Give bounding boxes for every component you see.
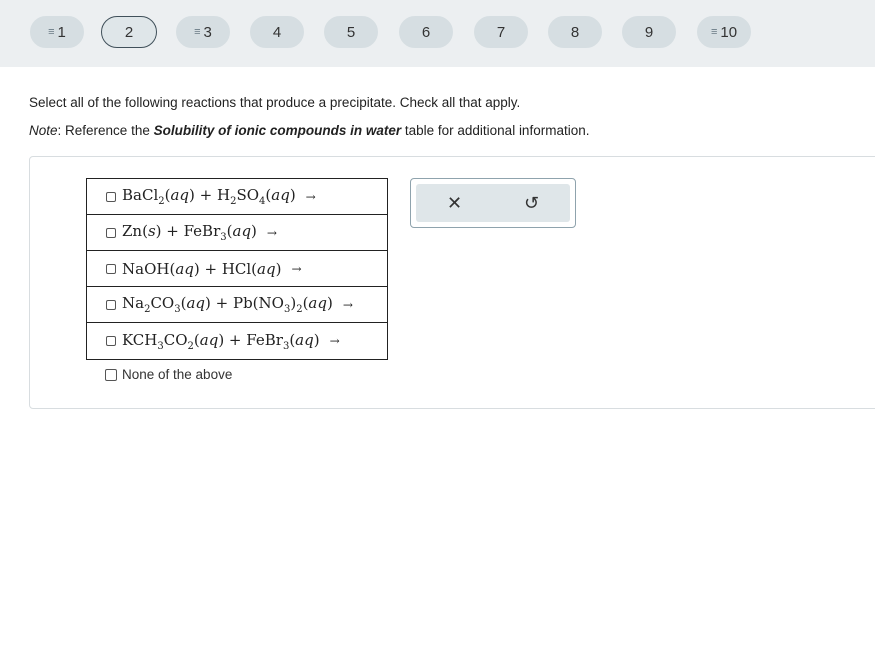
question-number: 7 (496, 23, 506, 41)
choice-checkbox[interactable] (106, 227, 116, 238)
question-nav-4[interactable]: 4 (250, 16, 304, 48)
answered-lines-icon: ≡ (194, 26, 201, 38)
question-number: 10 (720, 23, 738, 41)
reaction-equation: Zn(s) + FeBr3(aq) (122, 222, 257, 243)
reaction-equation: BaCl2(aq) + H2SO4(aq) (122, 186, 296, 207)
question-nav-bar: ≡ 1 2 ≡ 3 4 5 6 7 8 9 ≡ 10 (0, 0, 875, 67)
reaction-choice-1[interactable]: BaCl2(aq) + H2SO4(aq) → (87, 179, 387, 215)
close-icon: ✕ (446, 192, 463, 213)
undo-icon: ↺ (523, 192, 540, 213)
none-checkbox[interactable] (105, 368, 117, 381)
reaction-choice-4[interactable]: Na2CO3(aq) + Pb(NO3)2(aq) → (87, 287, 387, 323)
question-nav-8[interactable]: 8 (548, 16, 602, 48)
solubility-table-link[interactable]: Solubility of ionic compounds in water (154, 123, 402, 138)
none-label: None of the above (122, 367, 233, 382)
answered-lines-icon: ≡ (710, 26, 718, 38)
question-nav-7[interactable]: 7 (474, 16, 528, 48)
reaction-arrow-icon: → (266, 225, 277, 240)
question-number: 1 (57, 23, 66, 41)
question-number: 4 (272, 23, 282, 41)
question-number: 9 (644, 23, 654, 41)
reaction-equation: NaOH(aq) + HCl(aq) (122, 259, 282, 278)
question-nav-10[interactable]: ≡ 10 (697, 16, 751, 48)
question-number: 3 (203, 23, 212, 41)
reaction-arrow-icon: → (305, 189, 316, 204)
none-of-the-above-option[interactable]: None of the above (105, 367, 232, 382)
answered-lines-icon: ≡ (48, 26, 55, 38)
reaction-equation: KCH3CO2(aq) + FeBr3(aq) (122, 330, 320, 352)
reaction-equation: Na2CO3(aq) + Pb(NO3)2(aq) (122, 294, 333, 315)
note-suffix: table for additional information. (401, 123, 590, 138)
note-prefix: Note (29, 123, 58, 138)
question-nav-2[interactable]: 2 (101, 16, 157, 48)
answer-tools: ✕ ↺ (410, 178, 576, 228)
reaction-choices-table: BaCl2(aq) + H2SO4(aq) → Zn(s) + FeBr3(aq) →… (86, 178, 388, 360)
question-nav-6[interactable]: 6 (399, 16, 453, 48)
reaction-choice-3[interactable]: NaOH(aq) + HCl(aq) → (87, 251, 387, 287)
question-number: 6 (421, 23, 431, 41)
question-number: 8 (570, 23, 580, 41)
choice-checkbox[interactable] (106, 336, 116, 346)
undo-button[interactable]: ↺ (493, 184, 570, 222)
clear-button[interactable]: ✕ (416, 184, 493, 222)
choice-checkbox[interactable] (106, 299, 116, 310)
question-nav-9[interactable]: 9 (622, 16, 676, 48)
answer-tools-inner: ✕ ↺ (416, 184, 570, 222)
reaction-choice-2[interactable]: Zn(s) + FeBr3(aq) → (87, 215, 387, 251)
question-nav-3[interactable]: ≡ 3 (176, 16, 230, 48)
question-prompt: Select all of the following reactions th… (29, 95, 521, 110)
question-number: 2 (124, 23, 134, 41)
question-number: 5 (346, 23, 356, 41)
question-nav-1[interactable]: ≡ 1 (30, 16, 84, 48)
question-nav-5[interactable]: 5 (324, 16, 378, 48)
reaction-arrow-icon: → (342, 297, 353, 312)
reaction-arrow-icon: → (291, 261, 302, 276)
reaction-arrow-icon: → (329, 334, 340, 348)
choice-checkbox[interactable] (106, 263, 116, 274)
question-note: Note: Reference the Solubility of ionic … (29, 123, 589, 138)
note-mid: : Reference the (57, 123, 154, 138)
reaction-choice-5[interactable]: KCH3CO2(aq) + FeBr3(aq) → (87, 323, 387, 359)
choice-checkbox[interactable] (106, 191, 116, 202)
